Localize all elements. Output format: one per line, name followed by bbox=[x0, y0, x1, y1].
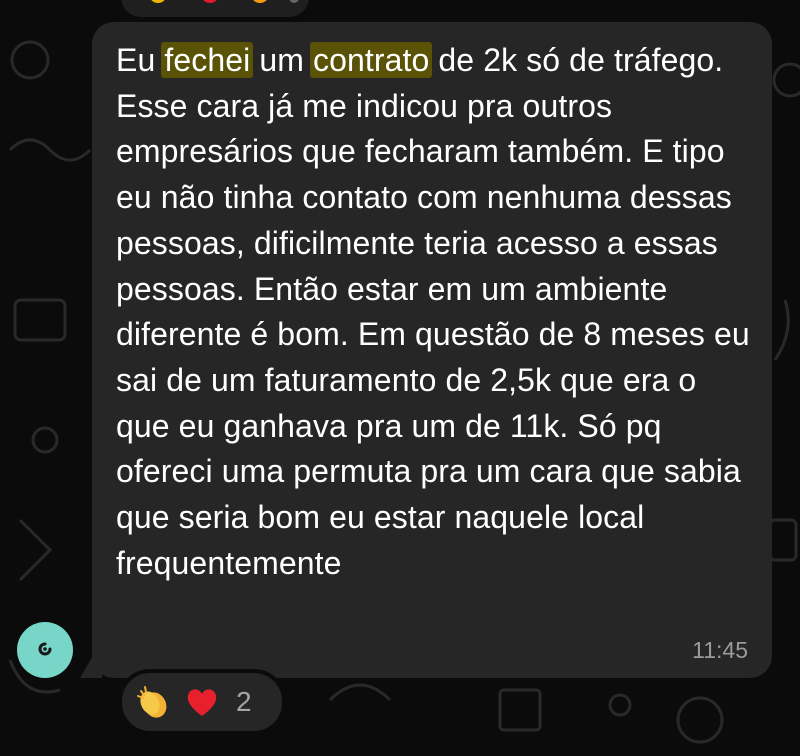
message-segment: Eu bbox=[116, 42, 165, 78]
highlighted-word: contrato bbox=[309, 42, 433, 78]
red-heart-icon bbox=[182, 682, 222, 722]
message-timestamp: 11:45 bbox=[692, 637, 748, 663]
previous-message-reactions[interactable] bbox=[118, 0, 312, 20]
highlighted-word: fechei bbox=[161, 42, 254, 78]
message-segment: de 2k só de tráfego. Esse cara já me ind… bbox=[116, 42, 759, 581]
clapping-hands-icon bbox=[134, 682, 174, 722]
reaction-bar[interactable]: 2 bbox=[118, 669, 286, 735]
message-text: Eu fechei um contrato de 2k só de tráfeg… bbox=[116, 38, 756, 586]
avatar[interactable] bbox=[17, 622, 73, 678]
message-segment: um bbox=[250, 42, 313, 78]
message-bubble[interactable]: Eu fechei um contrato de 2k só de tráfeg… bbox=[92, 22, 772, 678]
link-icon bbox=[38, 642, 52, 656]
reaction-count: 2 bbox=[236, 686, 252, 717]
